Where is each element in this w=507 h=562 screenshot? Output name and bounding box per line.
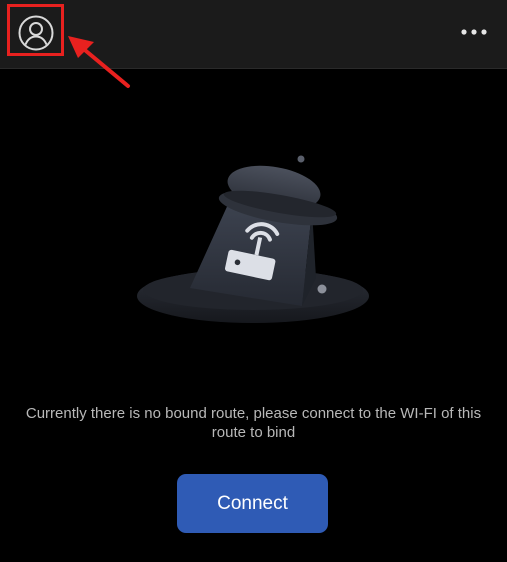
more-button[interactable]: [458, 22, 490, 42]
more-horizontal-icon: [461, 29, 487, 35]
no-route-message: Currently there is no bound route, pleas…: [25, 405, 482, 441]
profile-button[interactable]: [17, 14, 55, 52]
router-hat-illustration: [130, 148, 375, 333]
connect-button[interactable]: Connect: [177, 474, 328, 533]
top-bar: [0, 0, 507, 69]
user-circle-icon: [18, 15, 54, 51]
